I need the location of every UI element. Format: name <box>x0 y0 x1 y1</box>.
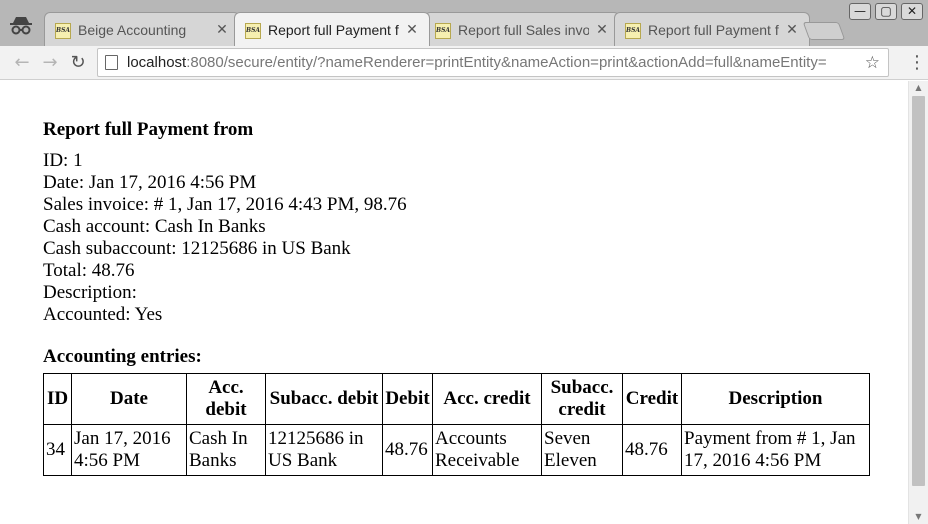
page-content: Report full Payment from ID: 1 Date: Jan… <box>0 81 908 524</box>
browser-tab[interactable]: BSA Report full Sales invo ✕ <box>424 12 620 46</box>
cell-date: Jan 17, 2016 4:56 PM <box>71 424 187 476</box>
arrow-right-icon[interactable]: → <box>39 52 61 74</box>
table-header-row: ID Date Acc. debit Subacc. debit Debit A… <box>43 373 870 425</box>
star-icon[interactable]: ☆ <box>865 49 880 76</box>
cell-acc-debit: Cash In Banks <box>186 424 266 476</box>
cell-description: Payment from # 1, Jan 17, 2016 4:56 PM <box>681 424 870 476</box>
browser-tab-active[interactable]: BSA Report full Payment f ✕ <box>234 12 430 46</box>
column-header: Description <box>681 373 870 425</box>
field-sales-invoice: Sales invoice: # 1, Jan 17, 2016 4:43 PM… <box>43 194 407 215</box>
field-description: Description: <box>43 282 137 303</box>
incognito-icon <box>10 17 32 35</box>
tab-close-icon[interactable]: ✕ <box>785 21 799 37</box>
maximize-button[interactable]: ▢ <box>875 3 897 20</box>
field-accounted: Accounted: Yes <box>43 304 163 325</box>
url-path: :8080/secure/entity/?nameRenderer=printE… <box>186 54 827 71</box>
favicon-icon: BSA <box>435 23 451 39</box>
scroll-up-icon[interactable]: ▲ <box>909 81 928 95</box>
tab-title: Report full Payment f <box>648 22 779 38</box>
tab-close-icon[interactable]: ✕ <box>215 21 229 37</box>
column-header: Debit <box>382 373 433 425</box>
cell-acc-credit: Accounts Receivable <box>432 424 542 476</box>
column-header: Subacc. debit <box>265 373 383 425</box>
column-header: Date <box>71 373 187 425</box>
cell-subacc-credit: Seven Eleven <box>541 424 623 476</box>
tab-title: Beige Accounting <box>78 22 187 38</box>
cell-subacc-debit: 12125686 in US Bank <box>265 424 383 476</box>
column-header: Acc. debit <box>186 373 266 425</box>
new-tab-button[interactable] <box>802 22 846 40</box>
table-row: 34 Jan 17, 2016 4:56 PM Cash In Banks 12… <box>43 424 870 476</box>
favicon-icon: BSA <box>55 23 71 39</box>
field-cash-account: Cash account: Cash In Banks <box>43 216 266 237</box>
scrollbar-thumb[interactable] <box>912 96 925 486</box>
browser-tab[interactable]: BSA Report full Payment f ✕ <box>614 12 810 46</box>
report: Report full Payment from ID: 1 Date: Jan… <box>43 119 871 476</box>
page-icon <box>105 55 118 70</box>
minimize-button[interactable]: — <box>849 3 871 20</box>
reload-icon[interactable]: ↻ <box>67 52 89 74</box>
tab-title: Report full Payment f <box>268 22 399 38</box>
address-bar[interactable]: localhost:8080/secure/entity/?nameRender… <box>97 48 889 77</box>
close-window-button[interactable]: ✕ <box>901 3 923 20</box>
field-total: Total: 48.76 <box>43 260 135 281</box>
arrow-left-icon[interactable]: ← <box>11 52 33 74</box>
field-date: Date: Jan 17, 2016 4:56 PM <box>43 172 257 193</box>
cell-id: 34 <box>43 424 72 476</box>
url-text: localhost:8080/secure/entity/?nameRender… <box>127 49 860 76</box>
browser-titlebar: BSA Beige Accounting ✕ BSA Report full P… <box>0 0 928 46</box>
entries-title: Accounting entries: <box>43 346 202 367</box>
vertical-scrollbar[interactable]: ▲ ▼ <box>908 81 928 524</box>
column-header: ID <box>43 373 72 425</box>
field-id: ID: 1 <box>43 150 83 171</box>
cell-debit: 48.76 <box>382 424 433 476</box>
column-header: Credit <box>622 373 682 425</box>
tab-title: Report full Sales invo <box>458 22 589 38</box>
kebab-menu-icon[interactable]: ⋮ <box>908 53 926 73</box>
column-header: Subacc. credit <box>541 373 623 425</box>
browser-toolbar: ← → ↻ localhost:8080/secure/entity/?name… <box>0 46 928 80</box>
browser-tab[interactable]: BSA Beige Accounting ✕ <box>44 12 240 46</box>
tab-close-icon[interactable]: ✕ <box>405 21 419 37</box>
cell-credit: 48.76 <box>622 424 682 476</box>
field-cash-subaccount: Cash subaccount: 12125686 in US Bank <box>43 238 351 259</box>
accounting-entries-table: ID Date Acc. debit Subacc. debit Debit A… <box>43 373 870 476</box>
url-host: localhost <box>127 54 187 71</box>
scroll-down-icon[interactable]: ▼ <box>909 510 928 524</box>
report-title: Report full Payment from <box>43 119 254 140</box>
favicon-icon: BSA <box>625 23 641 39</box>
tab-close-icon[interactable]: ✕ <box>595 21 609 37</box>
column-header: Acc. credit <box>432 373 542 425</box>
favicon-icon: BSA <box>245 23 261 39</box>
